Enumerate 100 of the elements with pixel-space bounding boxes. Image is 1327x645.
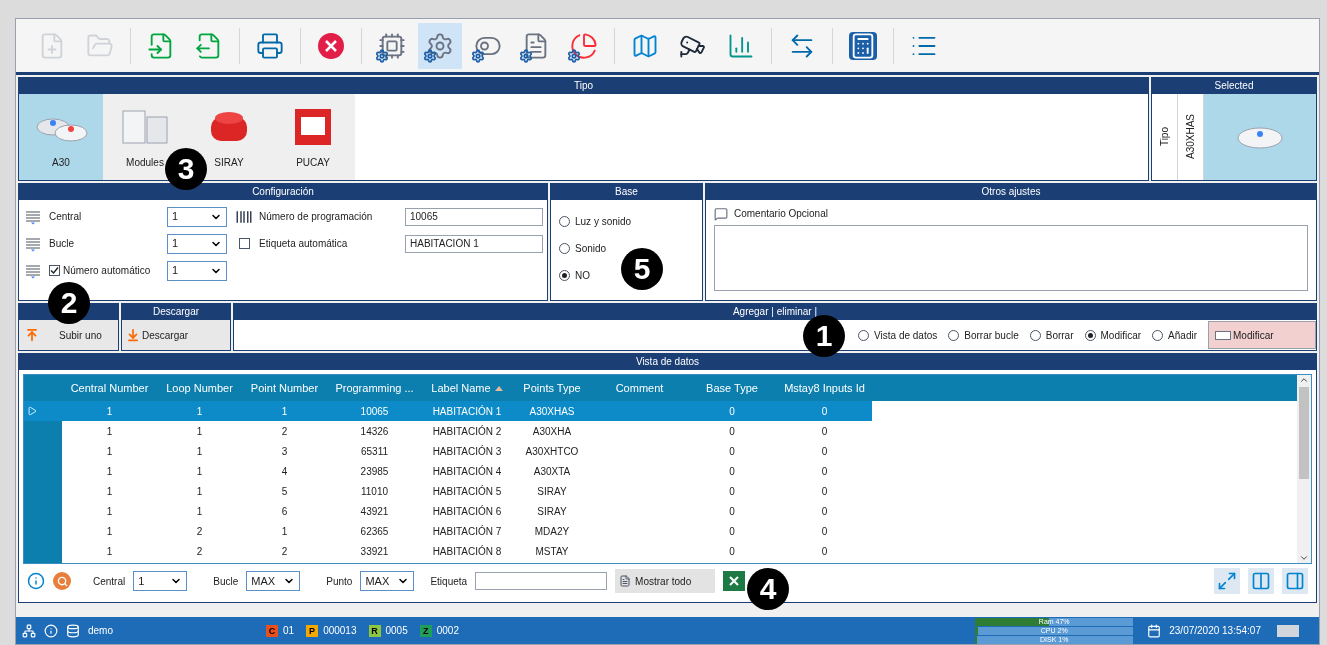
table-cell-text: 43921 bbox=[360, 504, 389, 519]
table-cell-text: 33921 bbox=[360, 544, 389, 559]
mode-option-label: Borrar bbox=[1045, 328, 1074, 343]
columns-icon[interactable] bbox=[1248, 568, 1274, 594]
table-cell-text: 0 bbox=[729, 484, 735, 499]
table-cell-text: MSTAY bbox=[535, 544, 569, 559]
column-header[interactable]: Loop Number bbox=[166, 379, 233, 397]
table-cell-text: 2 bbox=[196, 544, 203, 559]
table-cell-text: HABITACIÓN 1 bbox=[432, 404, 502, 419]
list-icon bbox=[25, 235, 41, 252]
table-cell-text: 1 bbox=[196, 444, 203, 459]
download-button[interactable]: Descargar bbox=[122, 320, 230, 350]
table-cell-text: 1 bbox=[106, 404, 113, 419]
radio-button[interactable] bbox=[1084, 329, 1096, 341]
table-cell-text: 1 bbox=[106, 504, 113, 519]
column-header[interactable]: Central Number bbox=[70, 379, 149, 397]
type-label: Tipo bbox=[1158, 127, 1171, 147]
central-dropdown[interactable]: 1 bbox=[167, 206, 227, 227]
table-cell-text: 1 bbox=[196, 424, 203, 439]
mode-option-label: Vista de datos bbox=[874, 328, 938, 343]
table-cell-text: SIRAY bbox=[537, 484, 567, 499]
radio-button[interactable] bbox=[1029, 329, 1041, 341]
download-icon bbox=[126, 328, 140, 342]
auto-number-label: Número automático bbox=[63, 264, 151, 278]
column-header[interactable]: Comment bbox=[615, 379, 664, 397]
column-header[interactable]: Label Name bbox=[431, 379, 491, 397]
radio-button[interactable] bbox=[559, 270, 570, 281]
radio-button[interactable] bbox=[948, 329, 960, 341]
scrollbar[interactable] bbox=[1297, 375, 1311, 563]
section-header: Agregar | eliminar | bbox=[234, 304, 1316, 320]
bucle-filter-dropdown[interactable]: MAX bbox=[246, 571, 301, 591]
modify-button[interactable]: Modificar bbox=[1208, 321, 1316, 349]
mode-option-label: Borrar bucle bbox=[964, 328, 1019, 343]
counter-value: 0002 bbox=[436, 624, 459, 638]
base-option-label: NO bbox=[575, 269, 590, 283]
auto-number-dropdown[interactable]: 1 bbox=[167, 260, 227, 281]
table-cell-text: 0 bbox=[729, 464, 735, 479]
table-cell-text: HABITACIÓN 6 bbox=[432, 504, 502, 519]
device-type-tile[interactable]: A30 bbox=[19, 94, 103, 180]
table-cell-text: HABITACIÓN 2 bbox=[432, 424, 502, 439]
table-cell-text: 0 bbox=[729, 544, 735, 559]
base-option-label: Sonido bbox=[575, 242, 607, 256]
table-cell-text: HABITACIÓN 4 bbox=[432, 464, 502, 479]
column-header[interactable]: Base Type bbox=[706, 379, 758, 397]
programming-number-field[interactable]: 10065 bbox=[405, 207, 543, 226]
column-header[interactable]: Mstay8 Inputs Id bbox=[784, 379, 865, 397]
counter-badge: P bbox=[306, 624, 319, 637]
punto-filter-dropdown[interactable]: MAX bbox=[360, 571, 415, 591]
cancel-icon bbox=[317, 31, 345, 60]
expand-icon[interactable] bbox=[1214, 568, 1240, 594]
table-cell-text: 23985 bbox=[360, 464, 389, 479]
table-cell-text: 2 bbox=[196, 524, 203, 539]
table-cell-text: 3 bbox=[281, 444, 288, 459]
radio-button[interactable] bbox=[1152, 329, 1164, 341]
spreadsheet-icon[interactable] bbox=[723, 571, 746, 591]
device-type-tile[interactable]: PUCAY bbox=[271, 94, 355, 180]
column-header[interactable]: Programming ... bbox=[335, 379, 414, 397]
table-cell-text: 2 bbox=[281, 424, 288, 439]
section-header: Base bbox=[551, 184, 702, 200]
section-header: Vista de datos bbox=[19, 354, 1316, 370]
upload-icon bbox=[25, 328, 39, 342]
base-option-label: Luz y sonido bbox=[575, 215, 632, 229]
table-row[interactable]: 1 1 1 10065 HABITACIÓN 1 A30XHAS 0 0 bbox=[62, 401, 872, 421]
table-cell-text: 1 bbox=[106, 444, 113, 459]
column-header[interactable]: Points Type bbox=[523, 379, 581, 397]
panel-icon[interactable] bbox=[1282, 568, 1308, 594]
section-header: Selected bbox=[1152, 78, 1316, 94]
table-cell-text: 0 bbox=[729, 404, 735, 419]
info-icon[interactable] bbox=[27, 572, 45, 590]
date-time: 23/07/2020 13:54:07 bbox=[1169, 624, 1261, 638]
show-all-button[interactable]: Mostrar todo bbox=[615, 569, 716, 593]
table-cell-text: 1 bbox=[106, 424, 113, 439]
keyboard-icon bbox=[1277, 624, 1299, 637]
table-cell-text: 1 bbox=[196, 484, 203, 499]
table-cell-text: 0 bbox=[729, 424, 735, 439]
table-cell-text: 6 bbox=[281, 504, 288, 519]
comment-field[interactable] bbox=[714, 225, 1308, 291]
column-header[interactable]: Point Number bbox=[250, 379, 319, 397]
table-cell-text: 0 bbox=[729, 444, 735, 459]
search-icon[interactable] bbox=[53, 572, 71, 590]
table-cell-text: 0 bbox=[821, 404, 828, 419]
table-cell-text: A30XHTCO bbox=[525, 444, 579, 459]
table-cell-text: 1 bbox=[281, 404, 288, 419]
radio-button[interactable] bbox=[559, 243, 570, 254]
checkbox[interactable] bbox=[238, 238, 250, 249]
table-cell-text: MDA2Y bbox=[534, 524, 570, 539]
central-filter-dropdown[interactable]: 1 bbox=[133, 571, 188, 591]
bucle-dropdown[interactable]: 1 bbox=[167, 233, 227, 254]
label-field[interactable]: HABITACIÓN 1 bbox=[405, 234, 543, 253]
radio-button[interactable] bbox=[858, 329, 870, 341]
database-icon bbox=[66, 623, 80, 638]
table-cell-text: 5 bbox=[281, 484, 288, 499]
table-cell-text: 0 bbox=[821, 484, 828, 499]
programming-number-label: Número de programación bbox=[259, 210, 374, 224]
checkbox[interactable] bbox=[49, 265, 60, 276]
table-cell-text: 1 bbox=[196, 504, 203, 519]
table-cell-text: 65311 bbox=[360, 444, 389, 459]
radio-button[interactable] bbox=[559, 216, 570, 227]
punto-filter-label: Punto bbox=[326, 574, 353, 589]
etiqueta-filter-field[interactable] bbox=[475, 572, 608, 590]
